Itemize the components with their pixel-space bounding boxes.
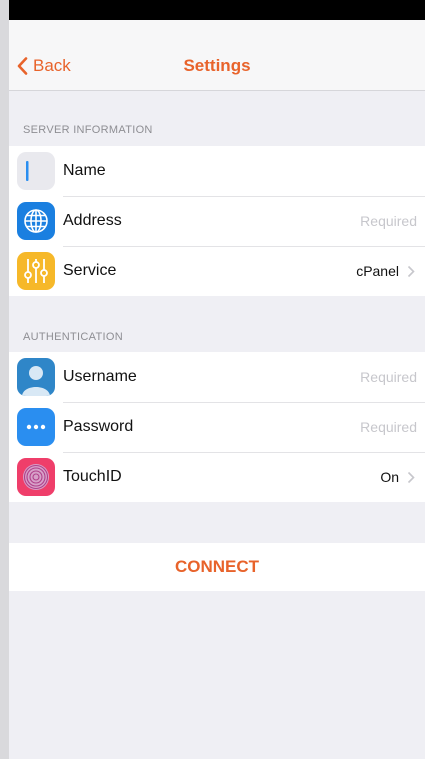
section-header-auth: AUTHENTICATION bbox=[23, 331, 123, 343]
password-label: Password bbox=[63, 418, 134, 435]
name-label: Name bbox=[63, 162, 106, 179]
address-label: Address bbox=[63, 212, 122, 229]
navigation-bar: Back Settings bbox=[9, 20, 425, 91]
chevron-right-icon bbox=[407, 265, 415, 277]
section-header-server: SERVER INFORMATION bbox=[23, 124, 153, 136]
text-cursor-icon bbox=[17, 152, 55, 190]
chevron-right-icon bbox=[407, 471, 415, 483]
fingerprint-icon bbox=[17, 458, 55, 496]
password-field[interactable]: Required bbox=[360, 419, 417, 435]
ellipsis-icon bbox=[17, 408, 55, 446]
sliders-icon bbox=[17, 252, 55, 290]
touchid-label: TouchID bbox=[63, 468, 122, 485]
touchid-row[interactable]: TouchID On bbox=[9, 452, 425, 502]
page-title: Settings bbox=[183, 56, 251, 75]
touchid-value: On bbox=[380, 469, 399, 485]
phone-screen: Back Settings SERVER INFORMATION Name Ad… bbox=[9, 0, 425, 759]
status-bar bbox=[9, 0, 425, 20]
service-value: cPanel bbox=[356, 263, 399, 279]
authentication-group: Username Required Password Required Touc… bbox=[9, 352, 425, 502]
globe-icon bbox=[17, 202, 55, 240]
password-row[interactable]: Password Required bbox=[9, 402, 425, 452]
username-label: Username bbox=[63, 368, 137, 385]
username-row[interactable]: Username Required bbox=[9, 352, 425, 402]
user-icon bbox=[17, 358, 55, 396]
server-info-group: Name Address Required Service cPanel bbox=[9, 146, 425, 296]
connect-button[interactable]: CONNECT bbox=[9, 543, 425, 591]
name-row[interactable]: Name bbox=[9, 146, 425, 196]
username-field[interactable]: Required bbox=[360, 369, 417, 385]
service-row[interactable]: Service cPanel bbox=[9, 246, 425, 296]
service-label: Service bbox=[63, 262, 117, 279]
address-field[interactable]: Required bbox=[360, 213, 417, 229]
address-row[interactable]: Address Required bbox=[9, 196, 425, 246]
